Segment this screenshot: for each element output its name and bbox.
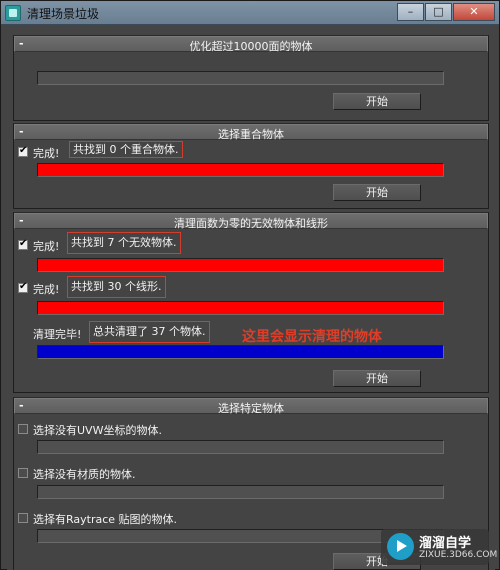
- cleanup-progress-fill: [38, 346, 443, 358]
- window-client-area: - 优化超过10000面的物体 开始 - 选择重合物体 完成! 共找到 0 个重…: [7, 27, 497, 570]
- watermark-brand: 溜溜自学: [419, 536, 472, 551]
- app-icon: [5, 5, 21, 21]
- rollout-title: 选择重合物体: [218, 128, 284, 141]
- no-material-progress-bar: [37, 485, 444, 499]
- window-controls: – □ ✕: [396, 3, 495, 21]
- zero-faces-start-button[interactable]: 开始: [333, 370, 421, 387]
- overlap-start-button[interactable]: 开始: [333, 184, 421, 201]
- overlap-progress-fill: [38, 164, 443, 176]
- play-logo-icon: [387, 533, 414, 560]
- no-material-checkbox[interactable]: [18, 468, 28, 478]
- no-uvw-checkbox[interactable]: [18, 424, 28, 434]
- overlap-progress-bar: [37, 163, 444, 177]
- watermark: 溜溜自学 ZIXUE.3D66.COM: [381, 529, 497, 565]
- annotation-note: 这里会显示清理的物体: [242, 329, 382, 345]
- optimize-start-button[interactable]: 开始: [333, 93, 421, 110]
- invalid-progress-fill: [38, 259, 443, 271]
- no-uvw-progress-bar: [37, 440, 444, 454]
- minimize-button[interactable]: –: [397, 3, 424, 21]
- rollout-title: 清理面数为零的无效物体和线形: [174, 217, 328, 230]
- overlap-result-text: 共找到 0 个重合物体.: [69, 141, 183, 158]
- invalid-progress-bar: [37, 258, 444, 272]
- maximize-button[interactable]: □: [425, 3, 452, 21]
- rollout-header-specific[interactable]: - 选择特定物体: [14, 398, 488, 415]
- cleanup-progress-bar: [37, 345, 444, 359]
- cleanup-scene-window: 清理场景垃圾 – □ ✕ - 优化超过10000面的物体 开始 - 选择重合物体: [0, 0, 500, 570]
- rollout-header-optimize[interactable]: - 优化超过10000面的物体: [14, 36, 488, 53]
- watermark-url: ZIXUE.3D66.COM: [419, 550, 498, 560]
- invalid-done-checkbox[interactable]: [18, 238, 28, 250]
- close-button[interactable]: ✕: [453, 3, 495, 21]
- shapes-status-label: 完成!: [33, 283, 60, 296]
- no-uvw-label: 选择没有UVW坐标的物体.: [33, 424, 162, 437]
- rollout-header-zero-faces[interactable]: - 清理面数为零的无效物体和线形: [14, 213, 488, 230]
- shapes-progress-bar: [37, 301, 444, 315]
- rollout-title: 优化超过10000面的物体: [189, 40, 313, 53]
- invalid-result-text: 共找到 7 个无效物体.: [67, 232, 181, 254]
- optimize-progress-bar: [37, 71, 444, 85]
- overlap-status-label: 完成!: [33, 147, 60, 160]
- title-bar[interactable]: 清理场景垃圾 – □ ✕: [1, 1, 499, 25]
- window-title: 清理场景垃圾: [27, 7, 100, 21]
- invalid-status-label: 完成!: [33, 240, 60, 253]
- rollout-clean-zero-face: - 清理面数为零的无效物体和线形 完成! 共找到 7 个无效物体. 完成! 共找…: [13, 212, 489, 393]
- raytrace-label: 选择有Raytrace 贴图的物体.: [33, 513, 178, 526]
- cleanup-status-label: 清理完毕!: [33, 328, 82, 341]
- raytrace-checkbox[interactable]: [18, 513, 28, 523]
- rollout-select-overlapping: - 选择重合物体 完成! 共找到 0 个重合物体. 开始: [13, 123, 489, 209]
- no-material-label: 选择没有材质的物体.: [33, 468, 136, 481]
- shapes-done-checkbox[interactable]: [18, 281, 28, 293]
- rollout-header-overlap[interactable]: - 选择重合物体: [14, 124, 488, 141]
- rollout-optimize-high-poly: - 优化超过10000面的物体 开始: [13, 35, 489, 121]
- overlap-done-checkbox[interactable]: [18, 145, 28, 157]
- rollout-title: 选择特定物体: [218, 402, 284, 415]
- cleanup-result-text: 总共清理了 37 个物体.: [89, 321, 210, 343]
- shapes-progress-fill: [38, 302, 443, 314]
- shapes-result-text: 共找到 30 个线形.: [67, 276, 166, 298]
